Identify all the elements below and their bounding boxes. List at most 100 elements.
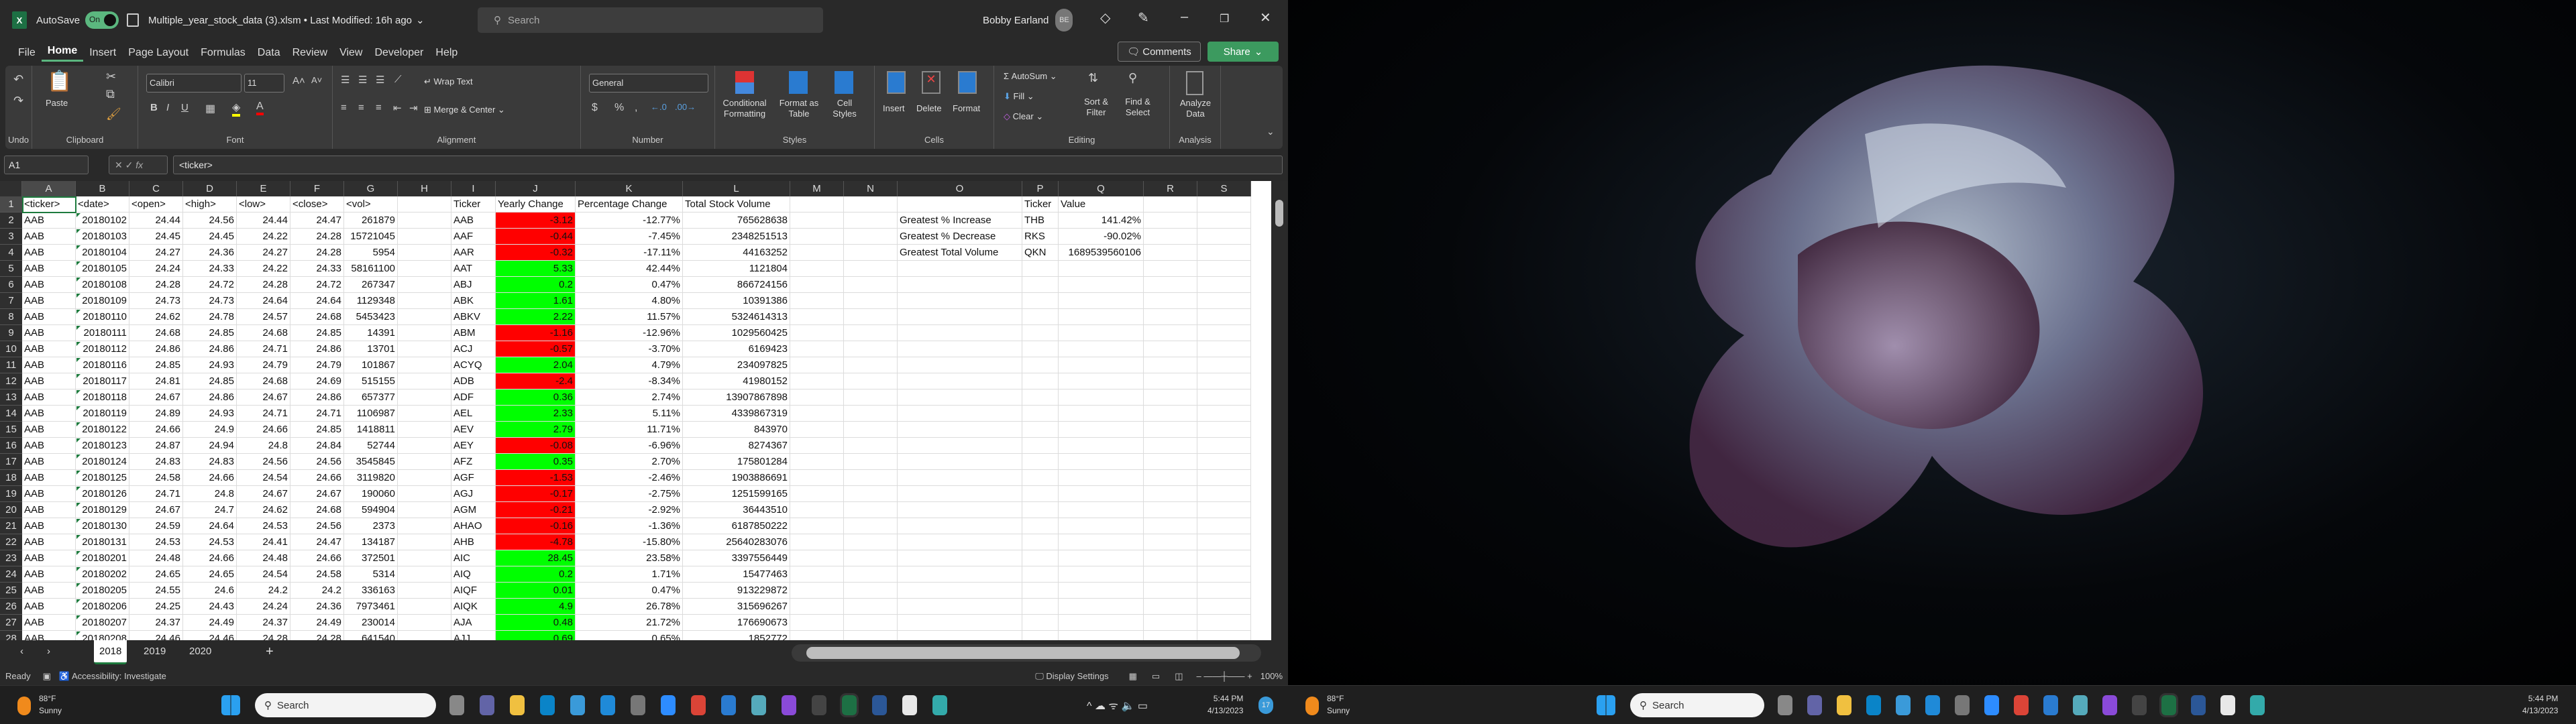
cell[interactable] — [898, 518, 1022, 534]
row-header-23[interactable]: 23 — [0, 550, 22, 566]
cell[interactable]: 36443510 — [683, 502, 790, 518]
row-header-20[interactable]: 20 — [0, 502, 22, 518]
cell[interactable]: 24.85 — [183, 325, 237, 341]
cell[interactable]: 24.93 — [183, 406, 237, 422]
cell[interactable]: 24.67 — [237, 389, 290, 406]
cell[interactable]: 2.04 — [496, 357, 576, 373]
cell[interactable]: AAB — [22, 373, 76, 389]
cell[interactable] — [790, 261, 844, 277]
italic-icon[interactable]: I — [166, 102, 169, 113]
sheet-tab-2018[interactable]: 2018 — [94, 640, 127, 664]
cell[interactable]: Ticker — [1022, 196, 1059, 213]
cell[interactable]: Greatest % Increase — [898, 213, 1022, 229]
cell[interactable] — [1197, 438, 1251, 454]
cell[interactable] — [844, 599, 898, 615]
cell[interactable]: 1251599165 — [683, 486, 790, 502]
cell[interactable]: ADB — [451, 373, 496, 389]
cell[interactable] — [844, 518, 898, 534]
cell[interactable]: 23.58% — [576, 550, 683, 566]
cell[interactable] — [1197, 583, 1251, 599]
tab-page-layout[interactable]: Page Layout — [122, 47, 195, 59]
cell[interactable] — [398, 341, 451, 357]
cell[interactable] — [1022, 502, 1059, 518]
cell[interactable]: 0.2 — [496, 566, 576, 583]
sort-filter-button[interactable]: Sort & Filter — [1077, 97, 1115, 118]
cell[interactable]: 24.28 — [129, 277, 183, 293]
cell[interactable]: 24.68 — [237, 373, 290, 389]
help-icon[interactable] — [570, 695, 585, 715]
cell[interactable]: AAB — [22, 245, 76, 261]
cell[interactable]: 24.87 — [129, 438, 183, 454]
cell[interactable]: 21.72% — [576, 615, 683, 631]
cell[interactable] — [844, 615, 898, 631]
cell[interactable]: 0.65% — [576, 631, 683, 640]
cell[interactable]: 24.89 — [129, 406, 183, 422]
cell[interactable] — [1022, 341, 1059, 357]
percent-icon[interactable]: % — [614, 102, 624, 114]
cell[interactable] — [1022, 631, 1059, 640]
cell[interactable]: 24.27 — [237, 245, 290, 261]
cell[interactable]: 24.65 — [129, 566, 183, 583]
cell[interactable]: 24.2 — [237, 583, 290, 599]
cell[interactable] — [1197, 599, 1251, 615]
cell[interactable]: 20180102 — [76, 213, 129, 229]
cell[interactable]: AAB — [22, 599, 76, 615]
cell[interactable]: 3545845 — [344, 454, 398, 470]
cell[interactable] — [1022, 261, 1059, 277]
cell[interactable]: 20180126 — [76, 486, 129, 502]
teams-icon[interactable] — [480, 695, 494, 715]
cell[interactable]: 24.45 — [129, 229, 183, 245]
network-app-icon[interactable] — [932, 695, 947, 715]
cell[interactable] — [790, 245, 844, 261]
cell[interactable]: -7.45% — [576, 229, 683, 245]
cell[interactable] — [1197, 454, 1251, 470]
cell[interactable] — [1059, 389, 1144, 406]
cell[interactable] — [1197, 277, 1251, 293]
cell[interactable]: 24.72 — [290, 277, 344, 293]
horizontal-scrollbar[interactable] — [792, 644, 1261, 662]
tab-insert[interactable]: Insert — [83, 47, 122, 59]
cell[interactable] — [790, 309, 844, 325]
cell[interactable]: 7973461 — [344, 599, 398, 615]
cell[interactable]: 24.71 — [129, 486, 183, 502]
chrome-icon[interactable] — [2014, 695, 2029, 715]
cell[interactable]: 26.78% — [576, 599, 683, 615]
search-box[interactable]: ⚲ Search — [478, 7, 823, 33]
fill-color-icon[interactable]: ◈ — [232, 101, 241, 117]
cell[interactable]: AAB — [22, 229, 76, 245]
cell[interactable] — [844, 309, 898, 325]
cell[interactable] — [1059, 502, 1144, 518]
cell[interactable]: 24.64 — [290, 293, 344, 309]
cell[interactable]: 24.85 — [290, 422, 344, 438]
cell[interactable]: 52744 — [344, 438, 398, 454]
cell[interactable] — [790, 470, 844, 486]
cell[interactable] — [1144, 422, 1197, 438]
cell[interactable] — [1059, 566, 1144, 583]
cell[interactable] — [1144, 245, 1197, 261]
redo-icon[interactable]: ↷ — [13, 94, 23, 108]
cell[interactable] — [1059, 583, 1144, 599]
cell[interactable] — [1197, 518, 1251, 534]
cell[interactable]: AAB — [22, 566, 76, 583]
cell[interactable] — [1144, 486, 1197, 502]
cell[interactable]: 267347 — [344, 277, 398, 293]
cell[interactable]: AAB — [22, 518, 76, 534]
cell[interactable]: 24.57 — [237, 309, 290, 325]
cell[interactable]: 20180206 — [76, 599, 129, 615]
cell[interactable]: 20180112 — [76, 341, 129, 357]
cell[interactable] — [1197, 406, 1251, 422]
cell[interactable]: 336163 — [344, 583, 398, 599]
row-header-26[interactable]: 26 — [0, 599, 22, 615]
chrome-icon[interactable] — [691, 695, 706, 715]
cell[interactable]: AAR — [451, 245, 496, 261]
cell[interactable] — [1197, 502, 1251, 518]
cell[interactable]: 1418811 — [344, 422, 398, 438]
cell[interactable]: 1.71% — [576, 566, 683, 583]
normal-view-icon[interactable]: ▦ — [1129, 671, 1137, 682]
column-header-O[interactable]: O — [898, 181, 1022, 196]
cell[interactable]: 24.59 — [129, 518, 183, 534]
cell[interactable] — [398, 422, 451, 438]
cell[interactable]: 24.53 — [129, 534, 183, 550]
cell[interactable]: 24.36 — [290, 599, 344, 615]
column-header-E[interactable]: E — [237, 181, 290, 196]
